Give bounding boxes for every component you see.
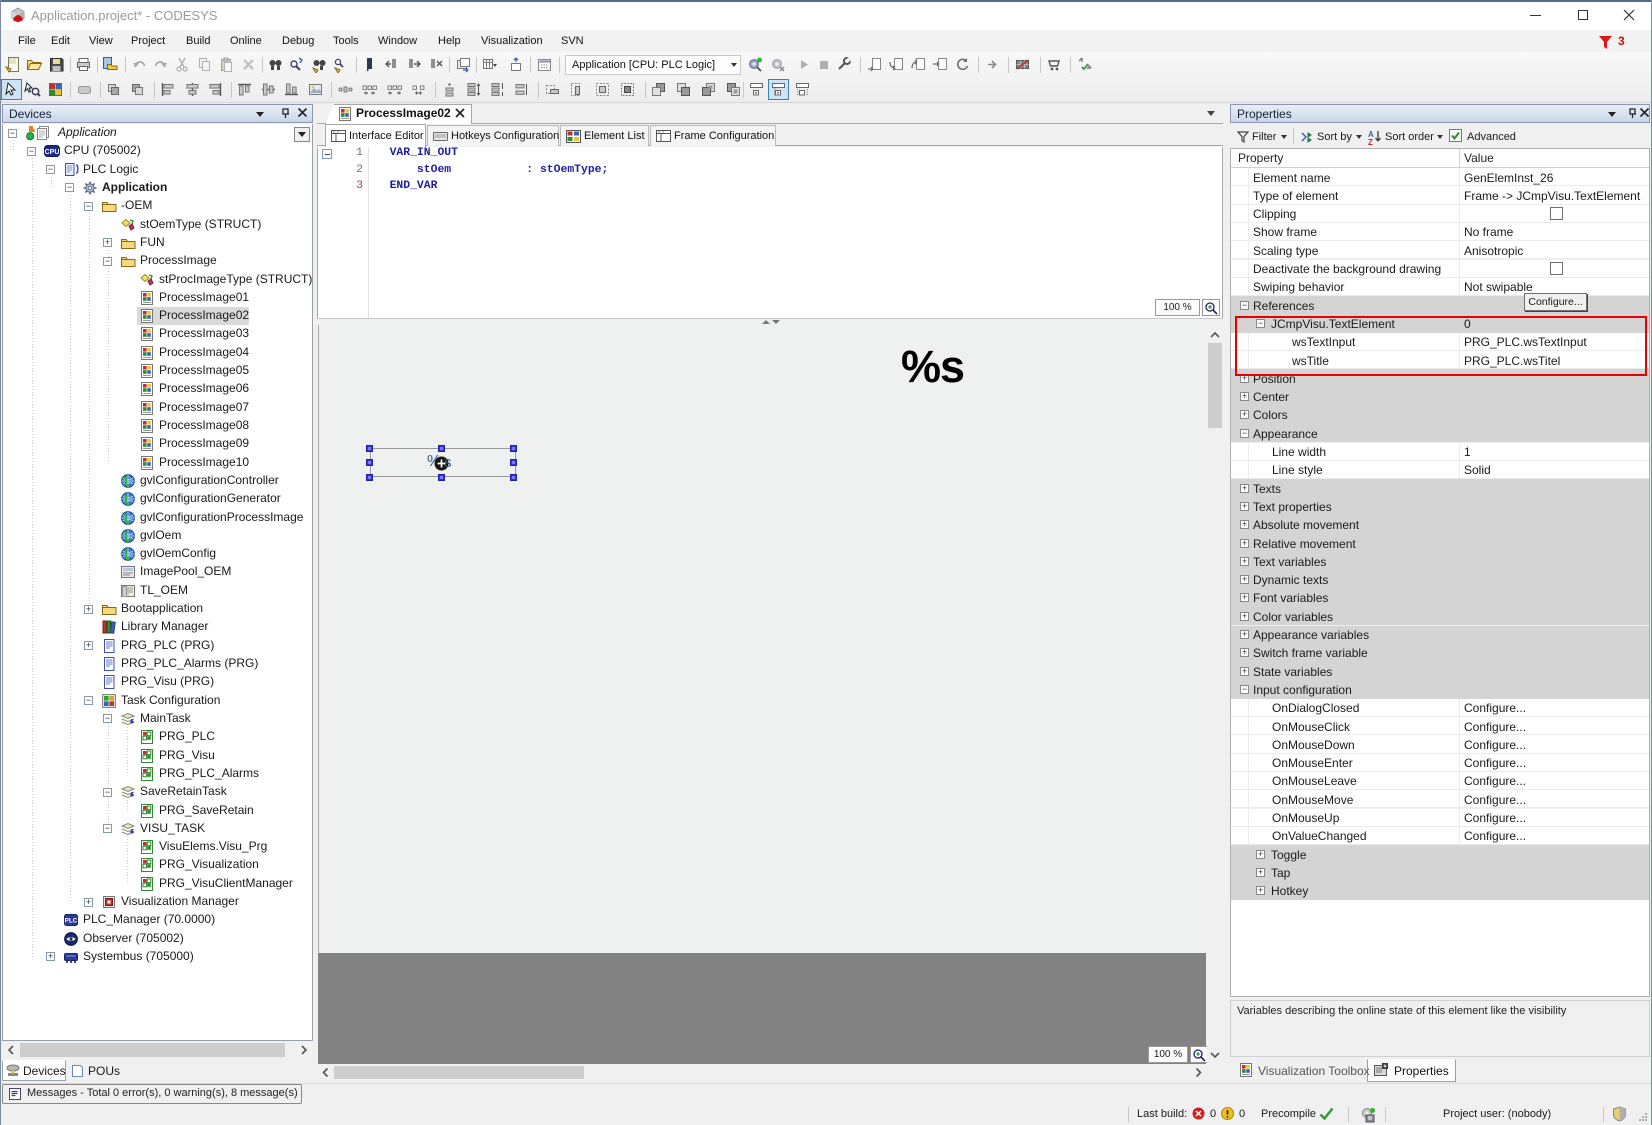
svg-text:CPU: CPU bbox=[45, 149, 60, 156]
svg-text:Z: Z bbox=[1368, 138, 1373, 145]
svg-text:PLC: PLC bbox=[65, 918, 78, 925]
